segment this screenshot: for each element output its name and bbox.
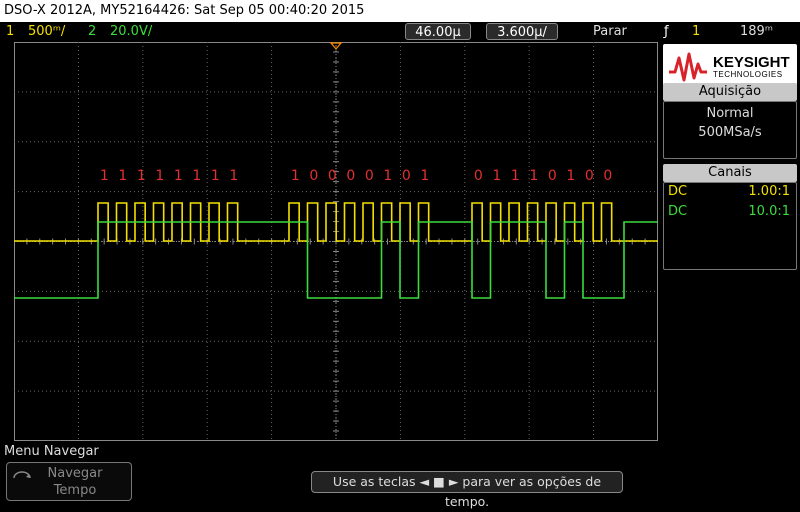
decoded-bit-label: 1 [511,168,520,184]
decoded-bit-label: 1 [137,168,146,184]
ch2-probe: 10.0:1 [748,204,790,219]
decoded-bit-label: 0 [346,168,355,184]
decoded-bit-label: 0 [365,168,374,184]
ch1-probe: 1.00:1 [748,184,790,199]
decoded-bit-label: 0 [474,168,483,184]
channel-row-1[interactable]: DC 1.00:1 [668,183,794,201]
ch2-number[interactable]: 2 [88,22,96,42]
trigger-source[interactable]: 1 [692,22,700,42]
svg-text:KEYSIGHT: KEYSIGHT [713,54,790,71]
decoded-bits: 111111111000010101110100 [100,168,612,184]
acquisition-panel[interactable]: Normal 500MSa/s [663,101,797,159]
instrument-title: DSO-X 2012A, MY52164426: Sat Sep 05 00:4… [4,3,365,18]
navigate-time-softkey[interactable]: Navegar Tempo [6,462,132,501]
right-panel: KEYSIGHT TECHNOLOGIES Aquisição Normal 5… [660,42,800,442]
hint-text: Use as teclas ◄ ■ ► para ver as opções d… [332,474,602,509]
decoded-bit-label: 0 [585,168,594,184]
time-delay: 46.00µ [415,25,461,40]
decoded-bit-label: 0 [309,168,318,184]
keysight-logo: KEYSIGHT TECHNOLOGIES [663,44,797,86]
decoded-bit-label: 1 [211,168,220,184]
ch1-scale[interactable]: 500ᵐ/ [28,22,65,42]
title-bar: DSO-X 2012A, MY52164426: Sat Sep 05 00:4… [0,0,800,22]
decoded-bit-label: 1 [291,168,300,184]
softkey-label: Navegar Tempo [47,466,103,498]
hint-box: Use as teclas ◄ ■ ► para ver as opções d… [311,471,623,509]
ch2-scale[interactable]: 20.0V/ [110,22,152,42]
ch1-coupling: DC [668,184,688,199]
decoded-bit-label: 1 [383,168,392,184]
ch2-coupling: DC [668,204,688,219]
trigger-level[interactable]: 189ᵐ [740,22,773,42]
graticule: 111111111000010101110100 [14,42,658,441]
sample-rate: 500MSa/s [698,125,762,140]
run-state[interactable]: Parar [593,22,627,42]
time-delay-box[interactable]: 46.00µ [405,23,471,40]
decoded-bit-label: 1 [529,168,538,184]
decoded-bit-label: 0 [402,168,411,184]
acquisition-header[interactable]: Aquisição [663,83,797,101]
channels-header[interactable]: Canais [663,164,797,182]
decoded-bit-label: 1 [229,168,238,184]
channels-title: Canais [708,165,752,180]
rotate-knob-icon [11,467,33,487]
decoded-bit-label: 1 [118,168,127,184]
time-scale: 3.600µ/ [497,25,547,40]
decoded-bit-label: 1 [174,168,183,184]
decoded-bit-label: 1 [492,168,501,184]
acquisition-title: Aquisição [698,84,762,99]
decoded-bit-label: 1 [155,168,164,184]
decoded-bit-label: 0 [328,168,337,184]
decoded-bit-label: 0 [603,168,612,184]
decoded-bit-label: 1 [192,168,201,184]
decoded-bit-label: 1 [566,168,575,184]
channels-panel[interactable]: DC 1.00:1 DC 10.0:1 [663,182,797,270]
decoded-bit-label: 1 [100,168,109,184]
status-bar: 1 500ᵐ/ 2 20.0V/ Parar ƒ 1 189ᵐ [0,22,800,42]
menu-label: Menu Navegar [4,444,99,459]
trigger-edge-icon: ƒ [664,24,669,39]
ch1-number[interactable]: 1 [6,22,14,42]
svg-text:TECHNOLOGIES: TECHNOLOGIES [713,70,783,79]
time-scale-box[interactable]: 3.600µ/ [486,23,558,40]
acquisition-mode: Normal [706,106,754,121]
keysight-wave-icon [669,52,707,82]
decoded-bit-label: 1 [420,168,429,184]
decoded-bit-label: 0 [548,168,557,184]
channel-row-2[interactable]: DC 10.0:1 [668,203,794,221]
waveform-display[interactable]: 111111111000010101110100 [14,42,658,441]
